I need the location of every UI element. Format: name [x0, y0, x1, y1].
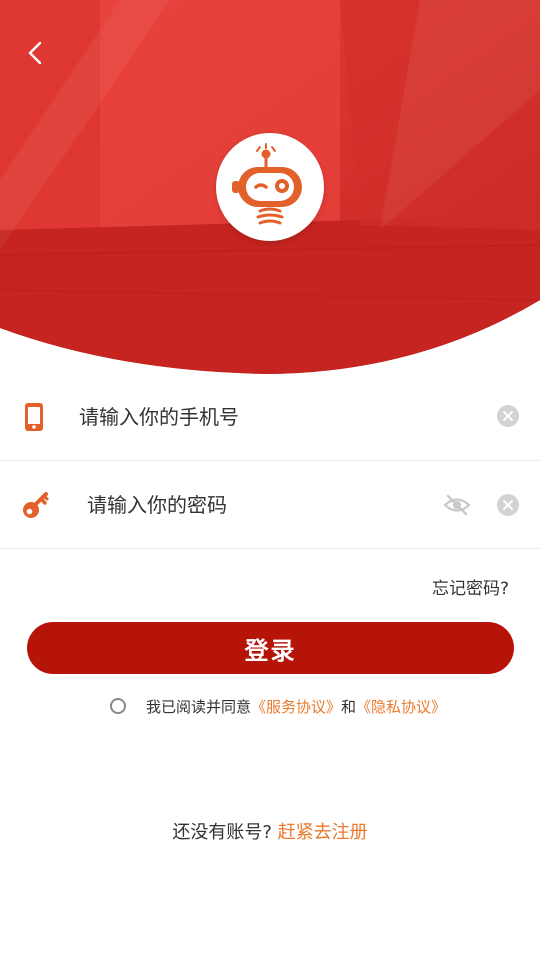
chevron-left-icon [28, 41, 42, 65]
agreement-and-text: 和 [341, 697, 357, 716]
app-logo [216, 133, 324, 241]
password-clear-button[interactable] [497, 494, 519, 516]
login-button[interactable]: 登录 [27, 622, 514, 674]
register-prompt-text: 还没有账号? [172, 822, 272, 843]
service-agreement-link[interactable]: 《服务协议》 [251, 696, 341, 717]
phone-input[interactable] [79, 374, 479, 460]
phone-field-row [0, 374, 540, 461]
eye-off-icon [443, 494, 471, 516]
back-button[interactable] [18, 36, 52, 70]
clear-icon [503, 500, 513, 510]
agreement-row: 我已阅读并同意 《服务协议》 和 《隐私协议》 [110, 694, 446, 718]
password-input[interactable] [87, 462, 427, 548]
phone-clear-button[interactable] [497, 405, 519, 427]
register-link[interactable]: 赶紧去注册 [278, 822, 368, 843]
forgot-password-link[interactable]: 忘记密码? [432, 574, 509, 599]
password-field-row [0, 462, 540, 549]
register-row: 还没有账号? 赶紧去注册 [0, 818, 540, 844]
toggle-password-visibility-button[interactable] [443, 493, 471, 517]
privacy-agreement-link[interactable]: 《隐私协议》 [356, 696, 446, 717]
key-icon [23, 492, 49, 518]
phone-icon [25, 403, 43, 431]
agreement-checkbox[interactable] [110, 698, 126, 714]
robot-mascot-icon [232, 143, 302, 225]
header-banner [0, 0, 540, 380]
clear-icon [503, 411, 513, 421]
agreement-prefix-text: 我已阅读并同意 [146, 697, 252, 716]
